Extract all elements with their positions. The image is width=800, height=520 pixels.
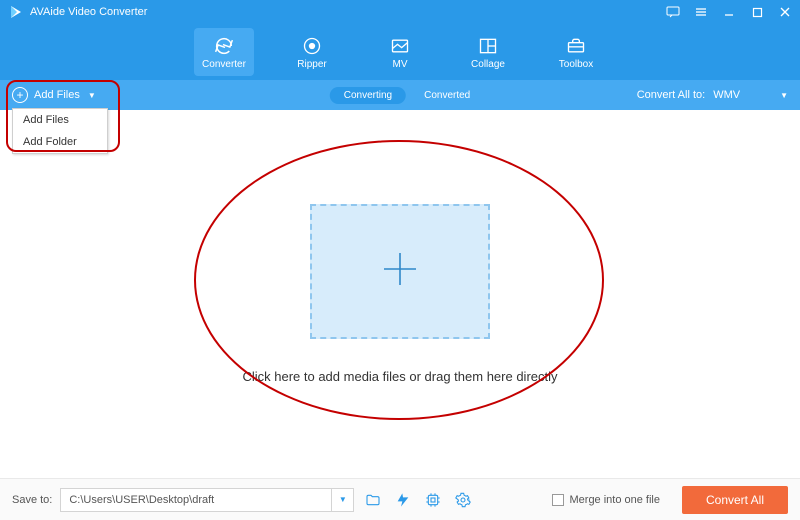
tab-ripper[interactable]: Ripper <box>282 28 342 76</box>
tab-collage[interactable]: Collage <box>458 28 518 76</box>
titlebar: AVAide Video Converter <box>0 0 800 24</box>
nav-label: Converter <box>202 59 246 70</box>
convert-all-to-label: Convert All to: <box>637 89 705 101</box>
maximize-icon[interactable] <box>750 5 764 19</box>
tab-mv[interactable]: MV <box>370 28 430 76</box>
image-icon <box>390 35 410 57</box>
dropdown-add-folder[interactable]: Add Folder <box>13 131 107 153</box>
convert-all-label: Convert All <box>706 493 764 507</box>
gpu-icon[interactable] <box>422 489 444 511</box>
open-folder-icon[interactable] <box>362 489 384 511</box>
plus-icon <box>378 247 422 296</box>
settings-icon[interactable] <box>452 489 474 511</box>
tab-converter[interactable]: Converter <box>194 28 254 76</box>
nav-label: MV <box>393 59 408 70</box>
menu-icon[interactable] <box>694 5 708 19</box>
main-content: Click here to add media files or drag th… <box>0 110 800 478</box>
merge-label: Merge into one file <box>570 494 661 506</box>
format-value: WMV <box>713 89 740 101</box>
add-files-dropdown: Add Files Add Folder <box>12 108 108 154</box>
close-icon[interactable] <box>778 5 792 19</box>
plus-circle-icon: + <box>12 87 28 103</box>
convert-all-to: Convert All to: WMV ▼ <box>637 89 788 101</box>
tab-converted[interactable]: Converted <box>424 90 470 101</box>
hardware-accel-icon[interactable] <box>392 489 414 511</box>
dropzone-hint: Click here to add media files or drag th… <box>242 369 557 384</box>
nav-label: Toolbox <box>559 59 593 70</box>
toolbox-icon <box>566 35 586 57</box>
save-path-dropdown[interactable]: ▼ <box>332 488 354 512</box>
disc-icon <box>302 35 322 57</box>
output-format-select[interactable]: WMV ▼ <box>713 89 788 101</box>
app-window: AVAide Video Converter Converte <box>0 0 800 520</box>
save-path-group: ▼ <box>60 488 354 512</box>
dropzone[interactable] <box>310 204 490 339</box>
save-to-label: Save to: <box>12 494 52 506</box>
caret-down-icon: ▼ <box>88 91 96 100</box>
tab-toolbox[interactable]: Toolbox <box>546 28 606 76</box>
nav-label: Collage <box>471 59 505 70</box>
convert-all-button[interactable]: Convert All <box>682 486 788 514</box>
window-controls <box>666 5 792 19</box>
app-title: AVAide Video Converter <box>30 6 666 18</box>
subbar: + Add Files ▼ Converting Converted Conve… <box>0 80 800 110</box>
refresh-icon <box>213 35 235 57</box>
minimize-icon[interactable] <box>722 5 736 19</box>
app-logo-icon <box>8 4 24 20</box>
add-files-button[interactable]: + Add Files ▼ <box>12 87 96 103</box>
nav-label: Ripper <box>297 59 326 70</box>
tab-converting[interactable]: Converting <box>330 87 406 104</box>
checkbox-icon <box>552 494 564 506</box>
save-path-input[interactable] <box>60 488 332 512</box>
collage-icon <box>478 35 498 57</box>
feedback-icon[interactable] <box>666 5 680 19</box>
merge-checkbox[interactable]: Merge into one file <box>552 494 661 506</box>
caret-down-icon: ▼ <box>780 91 788 100</box>
add-files-label: Add Files <box>34 89 80 101</box>
dropdown-add-files[interactable]: Add Files <box>13 109 107 131</box>
main-nav: Converter Ripper MV Collage Toolbox <box>0 24 800 80</box>
status-tabs: Converting Converted <box>330 87 471 104</box>
bottom-bar: Save to: ▼ Merge into one file Convert A… <box>0 478 800 520</box>
